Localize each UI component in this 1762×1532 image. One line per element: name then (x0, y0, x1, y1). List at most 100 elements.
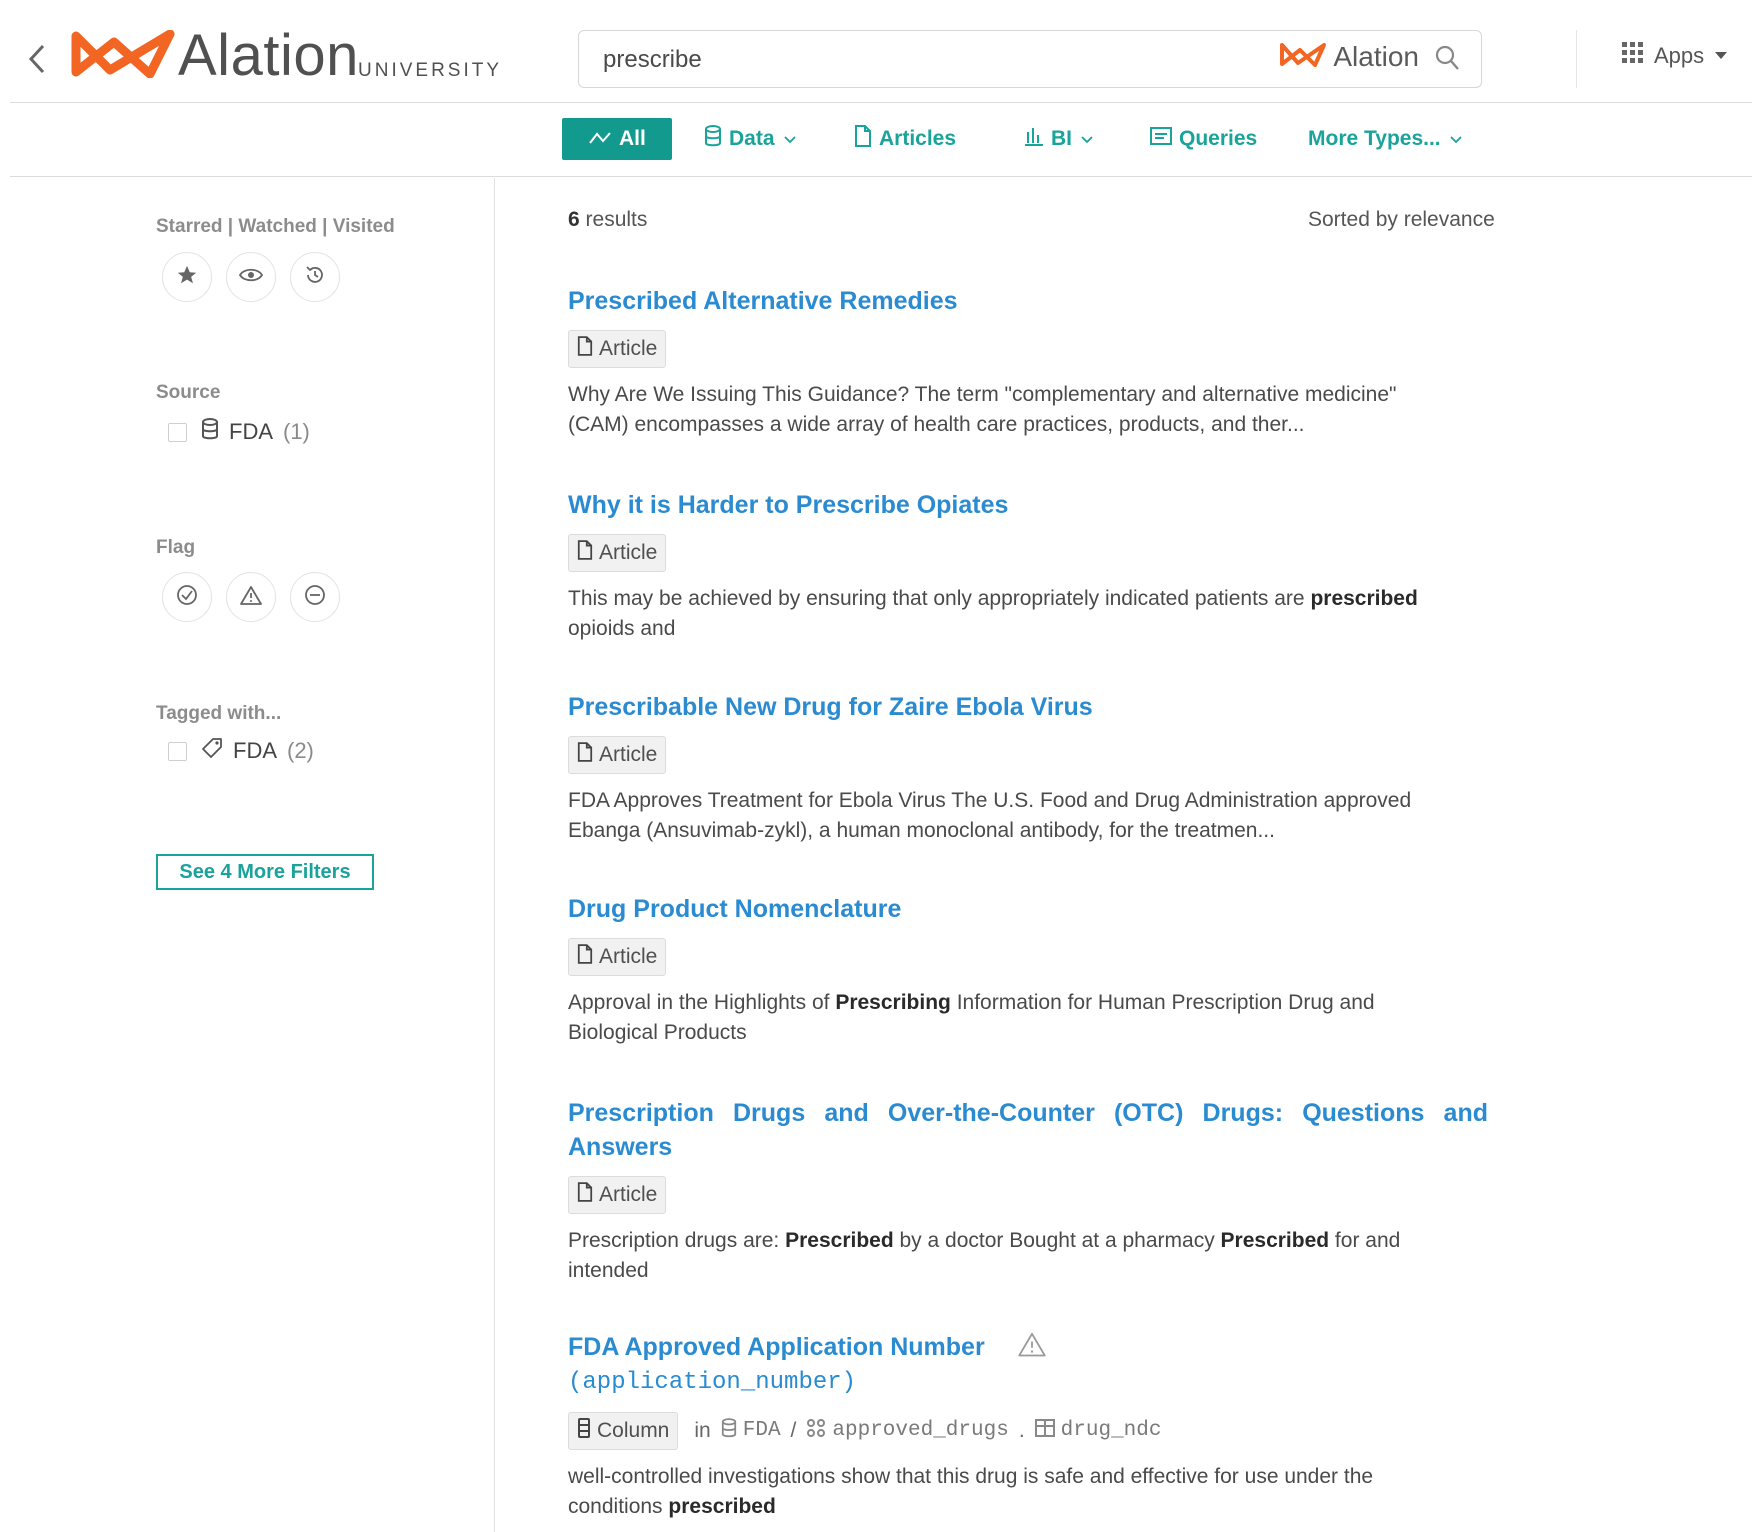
path-separator: . (1018, 1418, 1025, 1442)
tab-bi[interactable]: BI (1024, 118, 1093, 160)
see-more-filters-button[interactable]: See 4 More Filters (156, 854, 374, 890)
result-title[interactable]: Drug Product Nomenclature (568, 892, 1488, 926)
source-checkbox[interactable] (168, 422, 187, 442)
snippet-line: (CAM) encompasses a wide array of health… (568, 413, 1305, 436)
table-icon (1034, 1418, 1055, 1443)
tab-all-label: All (619, 127, 646, 150)
article-icon (577, 944, 593, 970)
bar-chart-icon (1024, 126, 1044, 152)
snippet-text: Biological Products (568, 1021, 747, 1044)
tag-icon (201, 737, 223, 765)
tab-articles[interactable]: Articles (854, 118, 956, 160)
tag-option-count: (2) (287, 738, 314, 763)
logo-subtext: UNIVERSITY (358, 60, 503, 81)
type-badge-label: Article (599, 1183, 658, 1206)
sort-indicator[interactable]: Sorted by relevance (1308, 208, 1495, 232)
flag-heading: Flag (156, 537, 196, 558)
path-source[interactable]: FDA (721, 1418, 781, 1444)
search-result: Prescribable New Drug for Zaire Ebola Vi… (568, 690, 1488, 846)
search-brand-text: Alation (1333, 41, 1419, 72)
header-divider (1576, 30, 1577, 88)
path-source-label: FDA (742, 1419, 781, 1443)
tag-checkbox[interactable] (168, 741, 187, 761)
result-title[interactable]: Prescribed Alternative Remedies (568, 284, 1488, 318)
star-filter-button[interactable] (162, 252, 212, 302)
column-icon (577, 1417, 591, 1444)
snippet-text: well-controlled investigations show that… (568, 1464, 1374, 1488)
snippet-highlight: Prescribing (835, 991, 951, 1014)
source-option-label: FDA (229, 419, 273, 444)
grid-icon (1622, 42, 1644, 69)
result-count: 6 results (568, 208, 647, 232)
tab-more-types[interactable]: More Types... (1308, 118, 1462, 160)
type-badge-label: Article (599, 337, 658, 360)
search-input[interactable] (601, 43, 1221, 77)
warning-flag-button[interactable] (226, 572, 276, 622)
source-heading: Source (156, 382, 221, 403)
article-icon (854, 125, 872, 153)
alation-logo-icon[interactable] (70, 29, 176, 83)
path-table[interactable]: drug_ndc (1034, 1418, 1162, 1443)
result-title[interactable]: Prescribable New Drug for Zaire Ebola Vi… (568, 690, 1488, 724)
snippet-line: Ebanga (Ansuvimab-zykl), a human monoclo… (568, 819, 1275, 842)
logo-text: Alation (178, 23, 359, 88)
result-title[interactable]: Why it is Harder to Prescribe Opiates (568, 488, 1488, 522)
visited-filter-button[interactable] (290, 252, 340, 302)
back-arrow-icon[interactable] (26, 42, 48, 76)
article-icon (577, 1182, 593, 1208)
search-bar[interactable]: Alation (578, 30, 1482, 88)
chevron-down-icon (1081, 132, 1093, 147)
type-badge: Column (568, 1411, 679, 1450)
tabs-separator (10, 176, 1752, 177)
result-title[interactable]: FDA Approved Application Number (568, 1330, 1488, 1366)
column-path-line: Column in FDA / approved_drugs . drug_nd… (568, 1411, 1488, 1450)
result-subtitle[interactable]: (application_number) (568, 1366, 1488, 1400)
starred-filters (162, 252, 340, 302)
result-count-number: 6 (568, 208, 580, 231)
header-separator (10, 102, 1752, 103)
search-result: FDA Approved Application Number (applica… (568, 1330, 1488, 1522)
tab-articles-label: Articles (879, 127, 957, 150)
type-badge: Article (568, 330, 667, 368)
path-schema[interactable]: approved_drugs (806, 1418, 1009, 1444)
watched-filter-button[interactable] (226, 252, 276, 302)
apps-label: Apps (1654, 42, 1705, 68)
tag-option-fda[interactable]: FDA (2) (168, 737, 314, 765)
source-option-fda[interactable]: FDA (1) (168, 418, 310, 446)
type-badge: Article (568, 938, 667, 976)
snippet-text: Prescription drugs are: (568, 1229, 786, 1252)
tag-option-label: FDA (233, 738, 277, 763)
snippet-text: This may be achieved by ensuring that on… (568, 587, 1311, 610)
chevron-down-icon (783, 132, 796, 147)
search-icon[interactable] (1435, 45, 1461, 78)
tab-data[interactable]: Data (704, 118, 796, 160)
tab-bi-label: BI (1051, 127, 1072, 150)
snippet-text: conditions (568, 1494, 669, 1518)
tab-all[interactable]: All (562, 118, 672, 160)
chevron-down-icon (1450, 132, 1462, 147)
type-tabs: All Data Articles BI Queries More Types.… (0, 118, 1762, 162)
source-option-count: (1) (283, 419, 310, 444)
in-label: in (694, 1418, 711, 1442)
result-snippet: Why Are We Issuing This Guidance? The te… (568, 380, 1488, 440)
check-circle-icon (176, 584, 198, 611)
snippet-highlight: prescribed (668, 1494, 776, 1518)
path-table-label: drug_ndc (1060, 1419, 1162, 1443)
apps-menu[interactable]: Apps (1622, 42, 1728, 69)
eye-icon (238, 267, 264, 288)
deprecated-flag-button[interactable] (290, 572, 340, 622)
search-result: Why it is Harder to Prescribe Opiates Ar… (568, 488, 1488, 644)
snippet-line: Why Are We Issuing This Guidance? The te… (568, 383, 1397, 406)
result-snippet: Approval in the Highlights of Prescribin… (568, 988, 1488, 1048)
result-snippet: Prescription drugs are: Prescribed by a … (568, 1226, 1488, 1286)
snippet-text: for and (1329, 1229, 1401, 1252)
tab-queries[interactable]: Queries (1150, 118, 1257, 160)
type-badge-label: Article (599, 541, 658, 564)
path-schema-label: approved_drugs (832, 1419, 1009, 1443)
snippet-text: intended (568, 1259, 649, 1282)
alation-small-logo-icon (1279, 42, 1327, 73)
article-icon (577, 540, 593, 566)
snippet-line: FDA Approves Treatment for Ebola Virus T… (568, 789, 1412, 812)
result-title[interactable]: Prescription Drugs and Over-the-Counter … (568, 1096, 1488, 1164)
endorsed-flag-button[interactable] (162, 572, 212, 622)
